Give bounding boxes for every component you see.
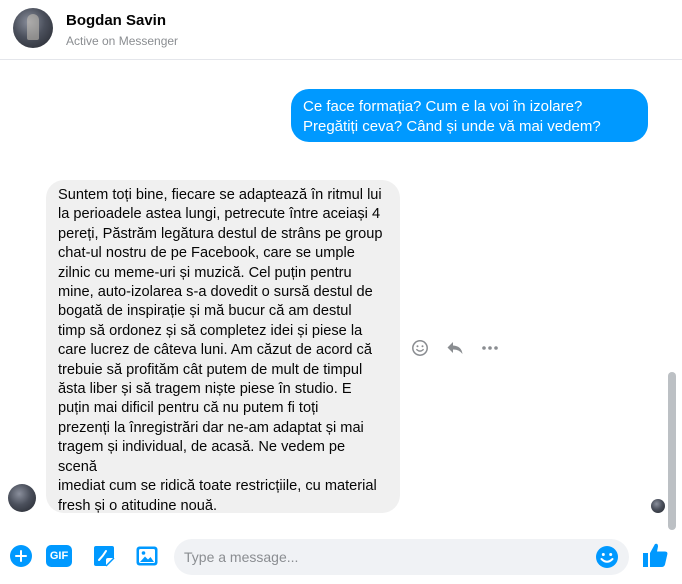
message-line: la perioadele astea lungi, petrecute înt…: [58, 206, 381, 223]
conversation-header: Bogdan Savin Active on Messenger: [0, 0, 682, 60]
react-icon[interactable]: [408, 336, 432, 360]
message-line: pereți, Păstrăm legătura destul de strân…: [58, 225, 383, 242]
sticker-icon[interactable]: [91, 543, 117, 569]
message-line: fresh și o atitudine nouă.: [58, 497, 218, 514]
photo-icon[interactable]: [134, 543, 160, 569]
plus-icon[interactable]: [8, 543, 34, 569]
message-line: timp să ordonez și să completez idei și …: [58, 322, 363, 339]
message-actions: [408, 336, 503, 360]
scrollbar-thumb[interactable]: [668, 372, 676, 530]
like-icon[interactable]: [640, 540, 670, 570]
message-line: bogată de inspirație și mă bucur că am d…: [58, 303, 352, 320]
sender-avatar[interactable]: [8, 484, 36, 512]
gif-label: GIF: [46, 545, 72, 567]
composer: GIF: [0, 530, 682, 584]
message-line: puțin mai dificil pentru că nu putem fi …: [58, 400, 319, 417]
seen-indicator-avatar: [651, 499, 665, 513]
message-line: Suntem toți bine, fiecare se adaptează î…: [58, 187, 382, 203]
gif-icon[interactable]: GIF: [45, 543, 73, 569]
message-line: chat-ul nostru de pe Facebook, care se u…: [58, 245, 355, 262]
contact-name[interactable]: Bogdan Savin: [66, 12, 166, 29]
more-icon[interactable]: [478, 336, 502, 360]
message-line: trebuie să profităm cât putem de mult de…: [58, 361, 363, 378]
message-line: imediat cum se ridică toate restricțiile…: [58, 478, 377, 495]
message-input[interactable]: [184, 539, 584, 575]
message-line: care lucrez de câteva luni. Am căzut de …: [58, 342, 372, 359]
emoji-icon[interactable]: [594, 544, 620, 570]
message-line: mine, auto-izolarea s-a dovedit o sursă …: [58, 284, 373, 301]
outgoing-message[interactable]: Ce face formația? Cum e la voi în izolar…: [291, 89, 648, 142]
message-line: ăsta liber și să tragem niște piese în s…: [58, 381, 352, 398]
contact-status: Active on Messenger: [66, 34, 179, 48]
contact-avatar[interactable]: [13, 8, 53, 48]
message-line: tragem și individual, de acasă. Ne vedem…: [58, 439, 346, 475]
message-line: prezenți la înregistrări dar ne-am adapt…: [58, 419, 364, 436]
message-input-wrapper[interactable]: [174, 539, 629, 575]
message-line: zilnic cu meme-uri și muzică. Cel puțin …: [58, 264, 352, 281]
incoming-message[interactable]: Suntem toți bine, fiecare se adaptează î…: [46, 180, 400, 514]
reply-icon[interactable]: [443, 336, 467, 360]
